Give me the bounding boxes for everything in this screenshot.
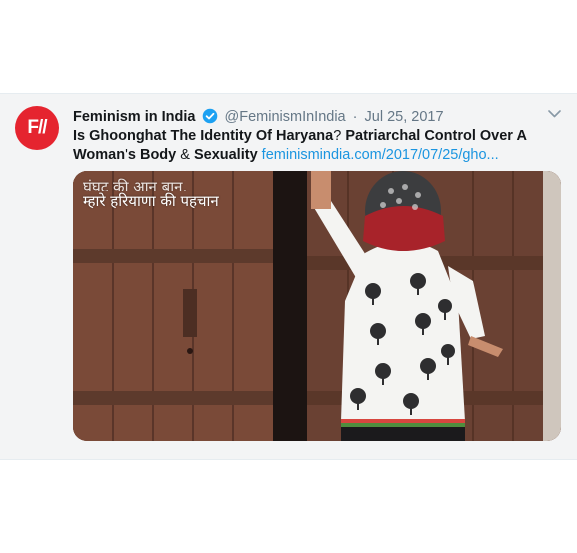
image-overlay-text: घूंघट की आन बान, म्हारे हरियाणा की पहचान: [83, 177, 219, 211]
avatar[interactable]: F//: [15, 106, 59, 150]
image-overlay-line1: घूंघट की आन बान,: [83, 178, 188, 191]
tweet-text-part4: Sexuality: [189, 147, 262, 163]
display-name[interactable]: Feminism in India: [73, 109, 195, 125]
tweet-text-part1: Is Ghoonghat The Identity Of Haryana: [73, 128, 334, 144]
verified-badge-icon: [202, 108, 218, 127]
page: F// Feminism in India @FeminismInIndia ·…: [0, 0, 577, 553]
tweet-date[interactable]: Jul 25, 2017: [365, 109, 444, 125]
tweet-text-part3: s Body: [127, 147, 181, 163]
chevron-down-icon: [547, 105, 561, 123]
header-separator: ·: [352, 109, 358, 125]
user-handle[interactable]: @FeminismInIndia: [225, 109, 346, 125]
avatar-logo-text: F//: [27, 117, 47, 138]
tweet-card[interactable]: F// Feminism in India @FeminismInIndia ·…: [0, 93, 577, 460]
tweet-media-image[interactable]: घूंघट की आन बान, म्हारे हरियाणा की पहचान: [73, 171, 561, 441]
tweet-text-ampersand: &: [180, 147, 190, 163]
tweet-menu-button[interactable]: [545, 106, 563, 122]
tweet-link[interactable]: feminismindia.com/2017/07/25/gho...: [262, 147, 499, 163]
image-overlay-line2: म्हारे हरियाणा की पहचान: [83, 192, 219, 210]
photo-illustration: [73, 171, 561, 441]
tweet-text: Is Ghoonghat The Identity Of Haryana? Pa…: [73, 127, 553, 165]
tweet-header: Feminism in India @FeminismInIndia · Jul…: [73, 107, 543, 127]
